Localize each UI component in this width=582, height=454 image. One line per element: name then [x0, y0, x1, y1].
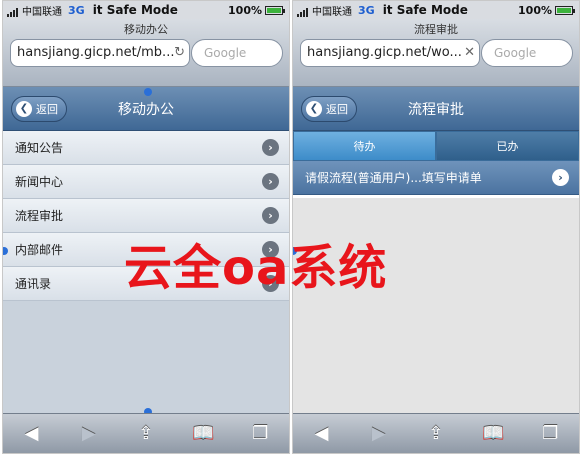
tab-done[interactable]: 已办 [436, 131, 579, 161]
browser-bottom-bar: ◀ ▶ ⇪ 📖 ❐ [3, 413, 289, 453]
reload-icon[interactable]: ✕ [464, 40, 475, 66]
header-title: 移动办公 [118, 102, 174, 118]
menu-item-news[interactable]: 新闻中心 › [3, 165, 289, 199]
battery-indicator: 100% [228, 4, 285, 17]
signal-icon [297, 4, 309, 17]
tab-bar: 待办 已办 [293, 131, 579, 161]
bookmarks-icon[interactable]: 📖 [478, 423, 508, 444]
menu-item-notices[interactable]: 通知公告 › [3, 131, 289, 165]
right-phone-screen: 中国联通 3G it Safe Mode 100% 流程审批 hansjiang… [292, 0, 580, 454]
network-label: 3G [358, 3, 375, 17]
mode-label: it Safe Mode [92, 3, 178, 17]
url-field[interactable]: hansjiang.gicp.net/mb... ↻ [10, 39, 190, 67]
browser-toolbar: 移动办公 hansjiang.gicp.net/mb... ↻ Google [3, 19, 289, 87]
promo-overlay-text: 云全oa系统 [124, 240, 388, 296]
reload-icon[interactable]: ↻ [174, 40, 185, 66]
battery-indicator: 100% [518, 4, 575, 17]
mode-label: it Safe Mode [382, 3, 468, 17]
url-field[interactable]: hansjiang.gicp.net/wo... ✕ [300, 39, 480, 67]
search-field[interactable]: Google [191, 39, 283, 67]
left-phone-screen: 中国联通 3G it Safe Mode 100% 移动办公 hansjiang… [2, 0, 290, 454]
share-icon[interactable]: ⇪ [131, 423, 161, 444]
app-header: ❮ 返回 流程审批 [293, 87, 579, 131]
page-indicator-dot [144, 88, 152, 96]
page-title: 移动办公 [124, 23, 168, 36]
battery-icon [555, 6, 575, 15]
chevron-right-icon: › [552, 169, 569, 186]
forward-arrow-icon[interactable]: ▶ [74, 423, 104, 444]
content-area [3, 301, 289, 413]
chevron-right-icon: › [262, 173, 279, 190]
carrier-label: 中国联通 [22, 6, 62, 18]
tab-pending[interactable]: 待办 [293, 131, 436, 161]
search-field[interactable]: Google [481, 39, 573, 67]
back-arrow-icon[interactable]: ◀ [307, 423, 337, 444]
bookmarks-icon[interactable]: 📖 [188, 423, 218, 444]
browser-bottom-bar: ◀ ▶ ⇪ 📖 ❐ [293, 413, 579, 453]
back-arrow-icon[interactable]: ◀ [17, 423, 47, 444]
signal-icon [7, 4, 19, 17]
chevron-right-icon: › [262, 207, 279, 224]
chevron-right-icon: › [262, 139, 279, 156]
status-bar: 中国联通 3G it Safe Mode 100% [3, 1, 289, 19]
status-bar: 中国联通 3G it Safe Mode 100% [293, 1, 579, 19]
share-icon[interactable]: ⇪ [421, 423, 451, 444]
battery-icon [265, 6, 285, 15]
carrier-label: 中国联通 [312, 6, 352, 18]
pages-icon[interactable]: ❐ [245, 423, 275, 444]
browser-toolbar: 流程审批 hansjiang.gicp.net/wo... ✕ Google [293, 19, 579, 87]
page-title: 流程审批 [414, 23, 458, 36]
forward-arrow-icon[interactable]: ▶ [364, 423, 394, 444]
network-label: 3G [68, 3, 85, 17]
workflow-list-item[interactable]: 请假流程(普通用户)...填写申请单 › [293, 161, 579, 195]
pages-icon[interactable]: ❐ [535, 423, 565, 444]
header-title: 流程审批 [408, 102, 464, 118]
